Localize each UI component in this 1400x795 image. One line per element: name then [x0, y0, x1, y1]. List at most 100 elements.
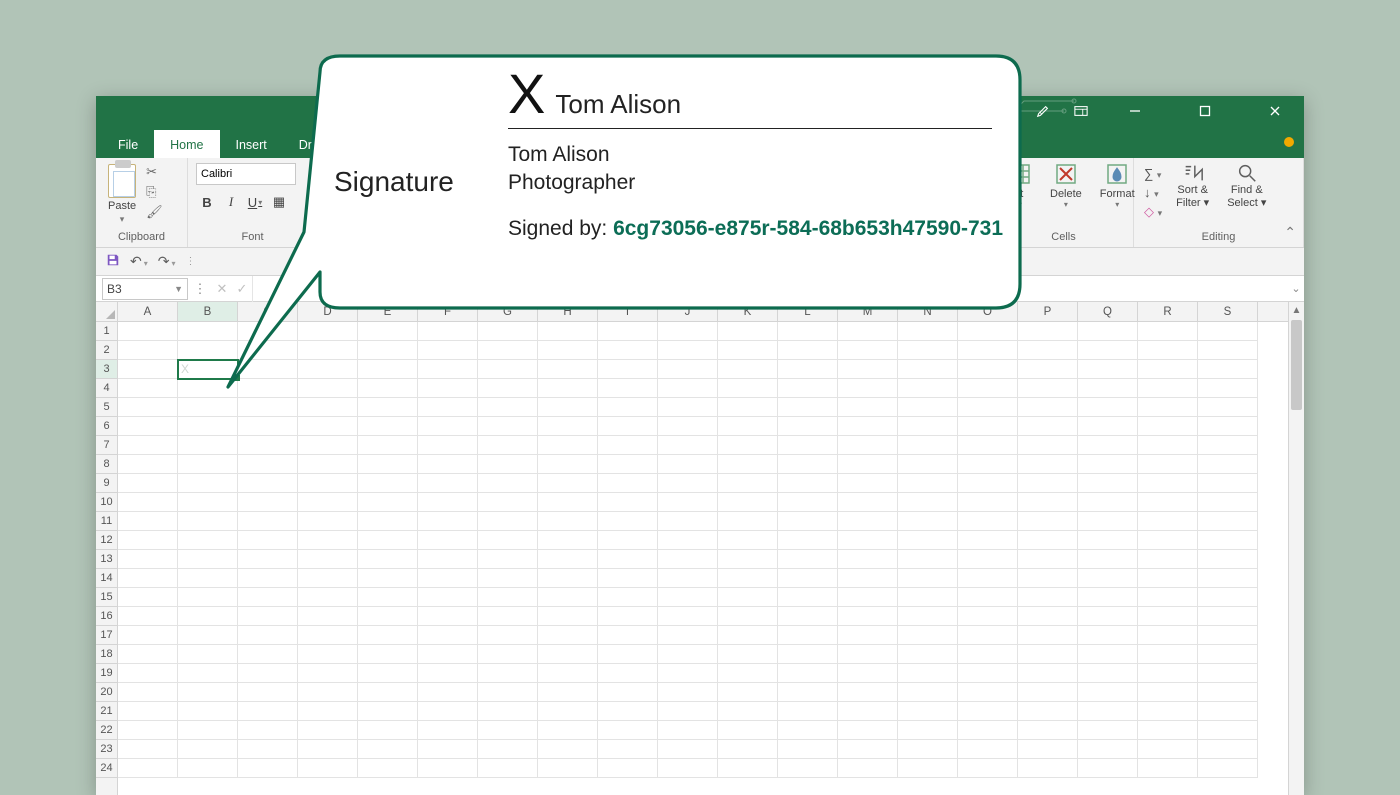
cell[interactable] [178, 322, 238, 341]
cell[interactable] [178, 740, 238, 759]
cell[interactable] [658, 379, 718, 398]
cell[interactable] [958, 588, 1018, 607]
cell[interactable] [238, 645, 298, 664]
cell[interactable] [538, 531, 598, 550]
row-header[interactable]: 10 [96, 493, 117, 512]
row-header[interactable]: 6 [96, 417, 117, 436]
cell[interactable] [178, 626, 238, 645]
cell[interactable] [478, 512, 538, 531]
cell[interactable] [718, 626, 778, 645]
cell[interactable] [718, 360, 778, 379]
cell[interactable] [298, 493, 358, 512]
cell[interactable] [838, 607, 898, 626]
cell[interactable] [658, 531, 718, 550]
cell[interactable] [238, 398, 298, 417]
cell[interactable] [118, 759, 178, 778]
cell[interactable] [238, 588, 298, 607]
cell[interactable] [418, 474, 478, 493]
cell[interactable] [358, 493, 418, 512]
cell[interactable] [538, 398, 598, 417]
cell[interactable] [658, 645, 718, 664]
cell[interactable] [178, 379, 238, 398]
row-header[interactable]: 19 [96, 664, 117, 683]
cell[interactable] [298, 531, 358, 550]
cell[interactable] [478, 721, 538, 740]
cell[interactable] [658, 512, 718, 531]
cell[interactable] [778, 493, 838, 512]
cell[interactable] [898, 436, 958, 455]
cell[interactable] [478, 588, 538, 607]
cell[interactable] [238, 702, 298, 721]
cell[interactable] [718, 740, 778, 759]
row-header[interactable]: 13 [96, 550, 117, 569]
cell[interactable] [118, 569, 178, 588]
cell[interactable] [658, 474, 718, 493]
cell[interactable] [358, 322, 418, 341]
cell[interactable] [778, 664, 838, 683]
cell[interactable] [658, 455, 718, 474]
cell[interactable] [898, 512, 958, 531]
cell[interactable] [1198, 379, 1258, 398]
cell[interactable] [658, 322, 718, 341]
cell[interactable] [658, 550, 718, 569]
font-name-input[interactable] [196, 163, 296, 185]
cell[interactable] [598, 664, 658, 683]
cell[interactable] [418, 436, 478, 455]
cell[interactable] [958, 740, 1018, 759]
cell[interactable] [538, 512, 598, 531]
redo-button[interactable]: ↷ [158, 253, 176, 270]
cell[interactable] [718, 645, 778, 664]
cell[interactable] [358, 721, 418, 740]
cell[interactable] [538, 702, 598, 721]
cell[interactable] [718, 664, 778, 683]
cell[interactable] [118, 322, 178, 341]
cell[interactable] [358, 740, 418, 759]
cell[interactable] [478, 683, 538, 702]
cell[interactable] [358, 569, 418, 588]
column-header[interactable]: J [658, 302, 718, 321]
cell[interactable] [1198, 607, 1258, 626]
cell[interactable] [598, 740, 658, 759]
cell[interactable] [358, 436, 418, 455]
cell[interactable] [538, 626, 598, 645]
cell[interactable] [838, 702, 898, 721]
cell[interactable] [958, 607, 1018, 626]
cell[interactable] [838, 588, 898, 607]
cell[interactable] [178, 493, 238, 512]
column-header[interactable]: B [178, 302, 238, 321]
cell[interactable] [538, 379, 598, 398]
cell[interactable] [838, 569, 898, 588]
cell[interactable] [1198, 436, 1258, 455]
row-header[interactable]: 20 [96, 683, 117, 702]
cell[interactable] [1078, 588, 1138, 607]
cell[interactable] [478, 607, 538, 626]
cell[interactable] [838, 474, 898, 493]
cell[interactable] [418, 683, 478, 702]
cell[interactable] [1138, 759, 1198, 778]
cell[interactable] [238, 379, 298, 398]
cell[interactable] [958, 379, 1018, 398]
cell[interactable] [958, 436, 1018, 455]
cell[interactable] [1198, 626, 1258, 645]
paste-button[interactable]: Paste ▾ [104, 162, 140, 227]
row-header[interactable]: 15 [96, 588, 117, 607]
italic-button[interactable]: I [220, 191, 242, 213]
cell[interactable] [1078, 493, 1138, 512]
cell[interactable] [958, 455, 1018, 474]
cell[interactable] [538, 474, 598, 493]
cell[interactable] [358, 455, 418, 474]
cell[interactable] [178, 721, 238, 740]
cell[interactable] [718, 550, 778, 569]
cell[interactable] [1018, 721, 1078, 740]
cell[interactable] [598, 493, 658, 512]
find-select-button[interactable]: Find &Select ▾ [1221, 162, 1272, 210]
cell[interactable] [238, 664, 298, 683]
column-header[interactable]: F [418, 302, 478, 321]
cell[interactable] [838, 721, 898, 740]
cell[interactable] [958, 322, 1018, 341]
cell[interactable] [898, 664, 958, 683]
cell[interactable] [1018, 360, 1078, 379]
cell[interactable] [538, 550, 598, 569]
vertical-scrollbar[interactable]: ▲ [1288, 302, 1304, 795]
cell[interactable] [898, 531, 958, 550]
